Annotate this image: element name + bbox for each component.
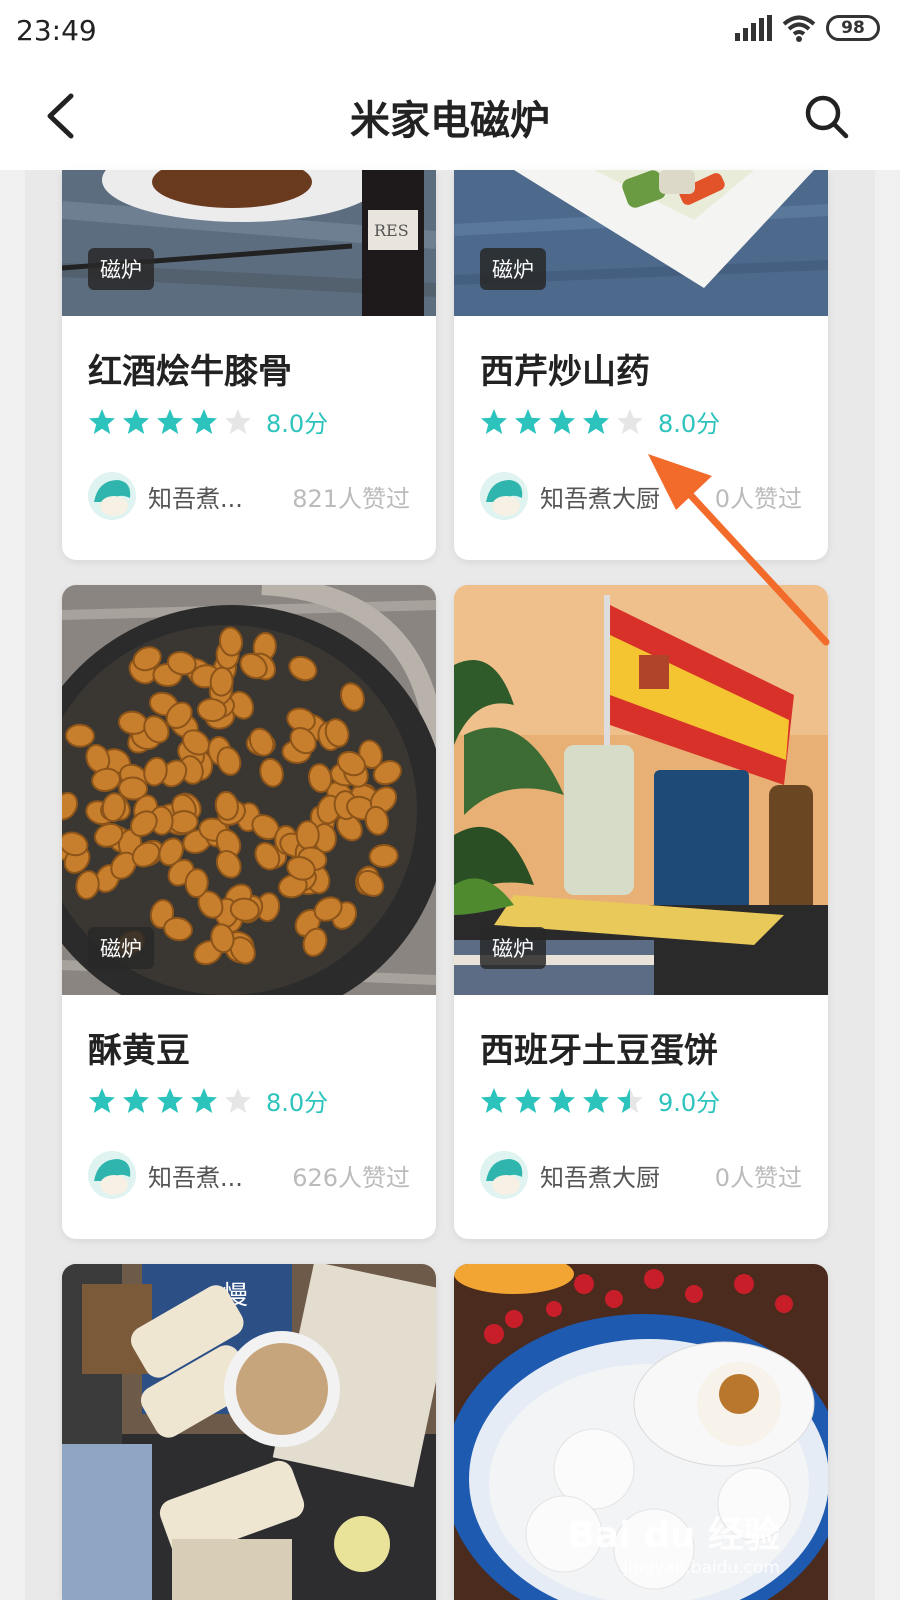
- star-icon: [583, 1087, 609, 1113]
- cell-signal-icon: [735, 15, 772, 41]
- star-icon: [549, 1087, 575, 1113]
- rating: 8.0分: [88, 404, 328, 439]
- rating-score: 9.0分: [658, 1089, 721, 1117]
- star-icon: [225, 408, 251, 434]
- recipe-image: 磁炉: [454, 170, 828, 316]
- rating-score: 8.0分: [266, 1089, 329, 1117]
- star-icon: [191, 1087, 217, 1113]
- wifi-icon: [782, 15, 816, 42]
- star-rating: [480, 1087, 644, 1115]
- star-icon: [157, 408, 183, 434]
- star-icon: [123, 408, 149, 434]
- like-count: 0人赞过: [714, 484, 802, 513]
- recipe-image: 磁炉: [454, 585, 828, 995]
- star-icon: [515, 408, 541, 434]
- recipe-title: 红酒烩牛膝骨: [88, 352, 292, 392]
- author-row: 知吾煮... 821人赞过: [88, 472, 410, 520]
- category-tag: 磁炉: [88, 248, 154, 290]
- rating-score: 8.0分: [658, 410, 721, 438]
- like-count: 626人赞过: [292, 1163, 410, 1192]
- nav-bar: 米家电磁炉: [0, 62, 900, 170]
- author-row: 知吾煮大厨 0人赞过: [480, 472, 802, 520]
- like-count: 821人赞过: [292, 484, 410, 513]
- recipe-card[interactable]: Bai du 经验 jingyan.baidu.com: [454, 1264, 828, 1600]
- battery-indicator: 98: [826, 15, 880, 41]
- author-avatar[interactable]: [88, 472, 136, 520]
- status-bar: 23:49 98: [0, 0, 900, 62]
- author-name[interactable]: 知吾煮...: [148, 1158, 243, 1193]
- baidu-watermark: Bai du 经验 jingyan.baidu.com: [567, 1515, 780, 1578]
- recipe-image: 磁炉: [62, 585, 436, 995]
- recipe-image: RES 磁炉: [62, 170, 436, 316]
- author-avatar[interactable]: [480, 1151, 528, 1199]
- star-icon: [225, 1087, 251, 1113]
- rating: 8.0分: [88, 1083, 328, 1118]
- svg-text:RES: RES: [374, 221, 409, 240]
- author-avatar[interactable]: [480, 472, 528, 520]
- recipe-card[interactable]: 磁炉 西芹炒山药 8.0分 知吾煮大厨 0人赞过: [454, 170, 828, 560]
- recipe-title: 西芹炒山药: [480, 352, 650, 392]
- recipe-card[interactable]: RES 磁炉 红酒烩牛膝骨 8.0分 知吾煮... 821人赞过: [62, 170, 436, 560]
- star-icon: [481, 1087, 507, 1113]
- search-icon: [805, 95, 849, 139]
- author-row: 知吾煮大厨 0人赞过: [480, 1151, 802, 1199]
- like-count: 0人赞过: [714, 1163, 802, 1192]
- recipe-title: 酥黄豆: [88, 1031, 190, 1071]
- category-tag: 磁炉: [480, 248, 546, 290]
- star-icon: [515, 1087, 541, 1113]
- star-icon: [89, 408, 115, 434]
- star-icon: [617, 1087, 643, 1113]
- star-rating: [88, 1087, 252, 1115]
- recipe-title: 西班牙土豆蛋饼: [480, 1031, 718, 1071]
- star-icon: [123, 1087, 149, 1113]
- author-avatar[interactable]: [88, 1151, 136, 1199]
- author-name[interactable]: 知吾煮大厨: [540, 1158, 660, 1193]
- recipe-image: Bai du 经验 jingyan.baidu.com: [454, 1264, 828, 1600]
- rating-score: 8.0分: [266, 410, 329, 438]
- star-icon: [89, 1087, 115, 1113]
- star-icon: [481, 408, 507, 434]
- recipe-card[interactable]: 慢: [62, 1264, 436, 1600]
- category-tag: 磁炉: [88, 927, 154, 969]
- star-rating: [480, 408, 644, 436]
- recipe-image: 慢: [62, 1264, 436, 1600]
- rating: 8.0分: [480, 404, 720, 439]
- recipe-card[interactable]: 磁炉 西班牙土豆蛋饼 9.0分 知吾煮大厨 0人赞过: [454, 585, 828, 1239]
- star-icon: [617, 408, 643, 434]
- star-icon: [583, 408, 609, 434]
- rating: 9.0分: [480, 1083, 720, 1118]
- category-tag: 磁炉: [480, 927, 546, 969]
- star-icon: [191, 408, 217, 434]
- author-name[interactable]: 知吾煮...: [148, 479, 243, 514]
- author-name[interactable]: 知吾煮大厨: [540, 479, 660, 514]
- star-rating: [88, 408, 252, 436]
- author-row: 知吾煮... 626人赞过: [88, 1151, 410, 1199]
- page-title: 米家电磁炉: [350, 98, 550, 144]
- status-time: 23:49: [16, 14, 97, 47]
- status-icons: 98: [735, 14, 880, 42]
- star-icon: [157, 1087, 183, 1113]
- search-button[interactable]: [796, 86, 856, 146]
- star-icon: [549, 408, 575, 434]
- recipe-card[interactable]: 磁炉 酥黄豆 8.0分 知吾煮... 626人赞过: [62, 585, 436, 1239]
